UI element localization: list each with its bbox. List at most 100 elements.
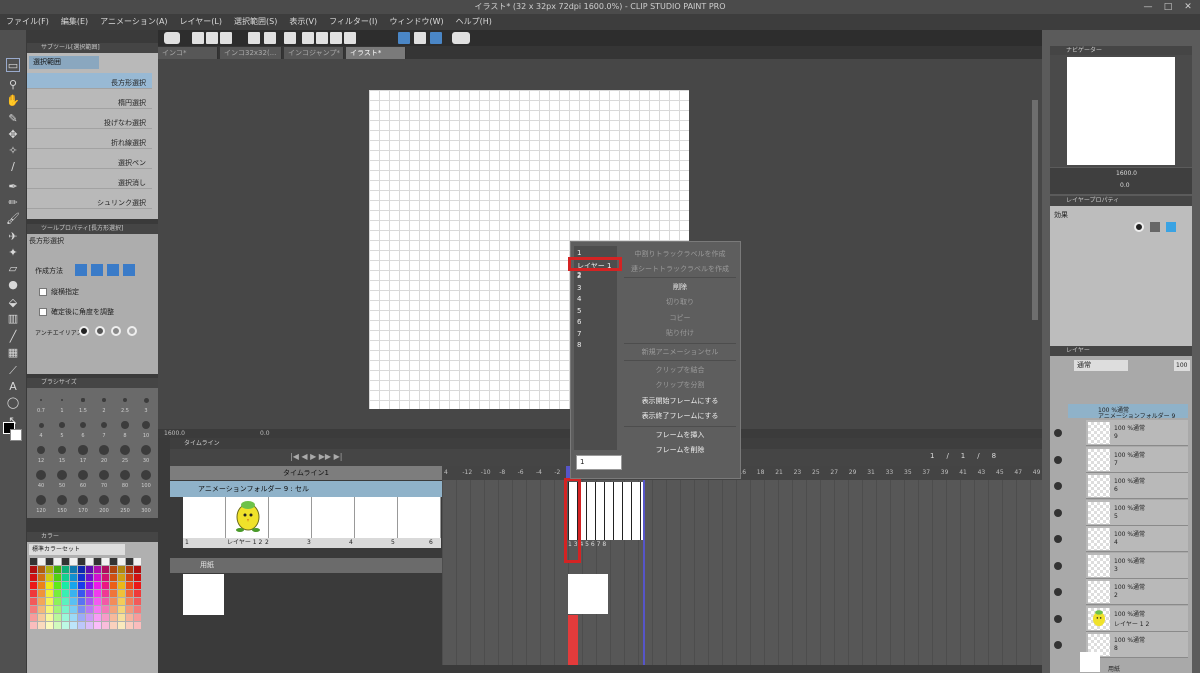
- play-controls-icon[interactable]: |◀ ◀ ▶ ▶▶ ▶|: [290, 452, 342, 461]
- color-swatch[interactable]: [118, 614, 125, 621]
- tab-inko-jump[interactable]: インコジャンプ*: [284, 47, 344, 59]
- blend-mode-select[interactable]: 通常: [1074, 360, 1128, 371]
- menu-filter[interactable]: フィルター(I): [323, 14, 383, 30]
- subtool-selection-pen[interactable]: 選択ペン: [27, 153, 152, 169]
- color-swatch[interactable]: [46, 606, 53, 613]
- color-swatch[interactable]: [110, 566, 117, 573]
- color-swatch[interactable]: [134, 606, 141, 613]
- decoration-tool-icon[interactable]: ✦: [6, 246, 20, 260]
- color-swatch[interactable]: [126, 574, 133, 581]
- color-swatch[interactable]: [94, 622, 101, 629]
- eye-icon[interactable]: [1054, 588, 1062, 596]
- brush-size-preset[interactable]: 20: [94, 442, 114, 466]
- cel-list-item[interactable]: 3: [577, 284, 581, 292]
- context-menu-item[interactable]: 切り取り: [624, 297, 736, 307]
- eye-icon[interactable]: [1054, 614, 1062, 623]
- color-swatch[interactable]: [118, 582, 125, 589]
- color-swatch[interactable]: [86, 582, 93, 589]
- brush-size-preset[interactable]: 70: [94, 467, 114, 491]
- paper-layer-thumb[interactable]: [1080, 652, 1100, 672]
- pencil-tool-icon[interactable]: ✏: [6, 196, 20, 210]
- border-effect-icon[interactable]: [1134, 222, 1144, 232]
- menu-edit[interactable]: 編集(E): [55, 14, 94, 30]
- color-swatch[interactable]: [102, 614, 109, 621]
- color-swatch[interactable]: [86, 590, 93, 597]
- layer-row[interactable]: 100 %通常 2: [1086, 579, 1188, 605]
- color-swatch[interactable]: [102, 606, 109, 613]
- color-swatch[interactable]: [126, 582, 133, 589]
- balloon-tool-icon[interactable]: ◯: [6, 396, 20, 410]
- color-swatch[interactable]: [38, 566, 45, 573]
- color-swatch[interactable]: [30, 598, 37, 605]
- eye-icon[interactable]: [1054, 508, 1062, 517]
- color-swatch[interactable]: [102, 590, 109, 597]
- color-swatch[interactable]: [54, 606, 61, 613]
- layer-color-icon[interactable]: [1166, 222, 1176, 232]
- color-swatch[interactable]: [78, 614, 85, 621]
- eye-icon[interactable]: [1054, 641, 1062, 649]
- color-swatch[interactable]: [126, 566, 133, 573]
- brush-size-preset[interactable]: 3: [136, 392, 156, 416]
- color-swatch[interactable]: [38, 590, 45, 597]
- context-menu-item[interactable]: 表示終了フレームにする: [624, 411, 736, 421]
- color-swatch[interactable]: [126, 614, 133, 621]
- brush-size-preset[interactable]: 30: [136, 442, 156, 466]
- color-swatch[interactable]: [134, 598, 141, 605]
- rotate-tool-icon[interactable]: ✎: [6, 112, 20, 126]
- brush-size-preset[interactable]: 100: [136, 467, 156, 491]
- cel-thumb[interactable]: [355, 497, 398, 538]
- color-swatch[interactable]: [110, 558, 117, 565]
- brush-size-preset[interactable]: 80: [115, 467, 135, 491]
- color-swatch[interactable]: [78, 566, 85, 573]
- color-swatch[interactable]: [30, 590, 37, 597]
- cel-thumb[interactable]: [269, 497, 312, 538]
- color-swatch[interactable]: [46, 622, 53, 629]
- color-swatch[interactable]: [126, 590, 133, 597]
- color-swatch[interactable]: [38, 558, 45, 565]
- color-swatch[interactable]: [94, 582, 101, 589]
- color-swatch[interactable]: [134, 622, 141, 629]
- color-swatch[interactable]: [46, 598, 53, 605]
- color-swatch[interactable]: [54, 566, 61, 573]
- close-icon[interactable]: ✕: [1180, 0, 1196, 14]
- subtool-shrink-select[interactable]: シュリンク選択: [27, 193, 152, 209]
- color-swatch[interactable]: [54, 614, 61, 621]
- color-swatch[interactable]: [78, 598, 85, 605]
- context-menu-item[interactable]: コピー: [624, 313, 736, 323]
- menu-selection[interactable]: 選択範囲(S): [228, 14, 283, 30]
- animation-folder-track[interactable]: アニメーションフォルダー 9 : セル: [170, 481, 442, 497]
- color-swatch[interactable]: [62, 590, 69, 597]
- brush-size-preset[interactable]: 17: [73, 442, 93, 466]
- color-swatch[interactable]: [30, 614, 37, 621]
- cel-list-item[interactable]: 4: [577, 295, 581, 303]
- add-selection-icon[interactable]: [91, 264, 103, 276]
- opacity-value[interactable]: 100: [1174, 360, 1190, 371]
- color-swatch[interactable]: [118, 574, 125, 581]
- color-swatch[interactable]: [38, 614, 45, 621]
- color-swatch[interactable]: [118, 622, 125, 629]
- cel-list-item[interactable]: 5: [577, 307, 581, 315]
- antialias-weak-icon[interactable]: [95, 326, 105, 336]
- brush-size-preset[interactable]: 2: [94, 392, 114, 416]
- color-swatch[interactable]: [86, 606, 93, 613]
- color-swatch[interactable]: [62, 582, 69, 589]
- color-swatch[interactable]: [70, 598, 77, 605]
- playhead-bar[interactable]: [568, 615, 578, 665]
- snap-grid-icon[interactable]: [414, 32, 426, 44]
- context-menu-item[interactable]: 表示開始フレームにする: [624, 396, 736, 406]
- context-menu-item[interactable]: フレームを削除: [624, 445, 736, 455]
- color-swatch[interactable]: [110, 582, 117, 589]
- snap-ruler-icon[interactable]: [398, 32, 410, 44]
- color-swatch[interactable]: [118, 606, 125, 613]
- color-swatch[interactable]: [134, 590, 141, 597]
- color-swatch[interactable]: [110, 614, 117, 621]
- clip-studio-icon[interactable]: [164, 32, 180, 44]
- fill-tool-icon[interactable]: ⬙: [6, 296, 20, 310]
- color-swatch[interactable]: [70, 614, 77, 621]
- brush-size-preset[interactable]: 15: [52, 442, 72, 466]
- menu-animation[interactable]: アニメーション(A): [94, 14, 173, 30]
- minimize-icon[interactable]: —: [1140, 0, 1156, 14]
- menu-window[interactable]: ウィンドウ(W): [384, 14, 450, 30]
- color-swatch[interactable]: [70, 566, 77, 573]
- pen-tool-icon[interactable]: ✒: [6, 180, 20, 194]
